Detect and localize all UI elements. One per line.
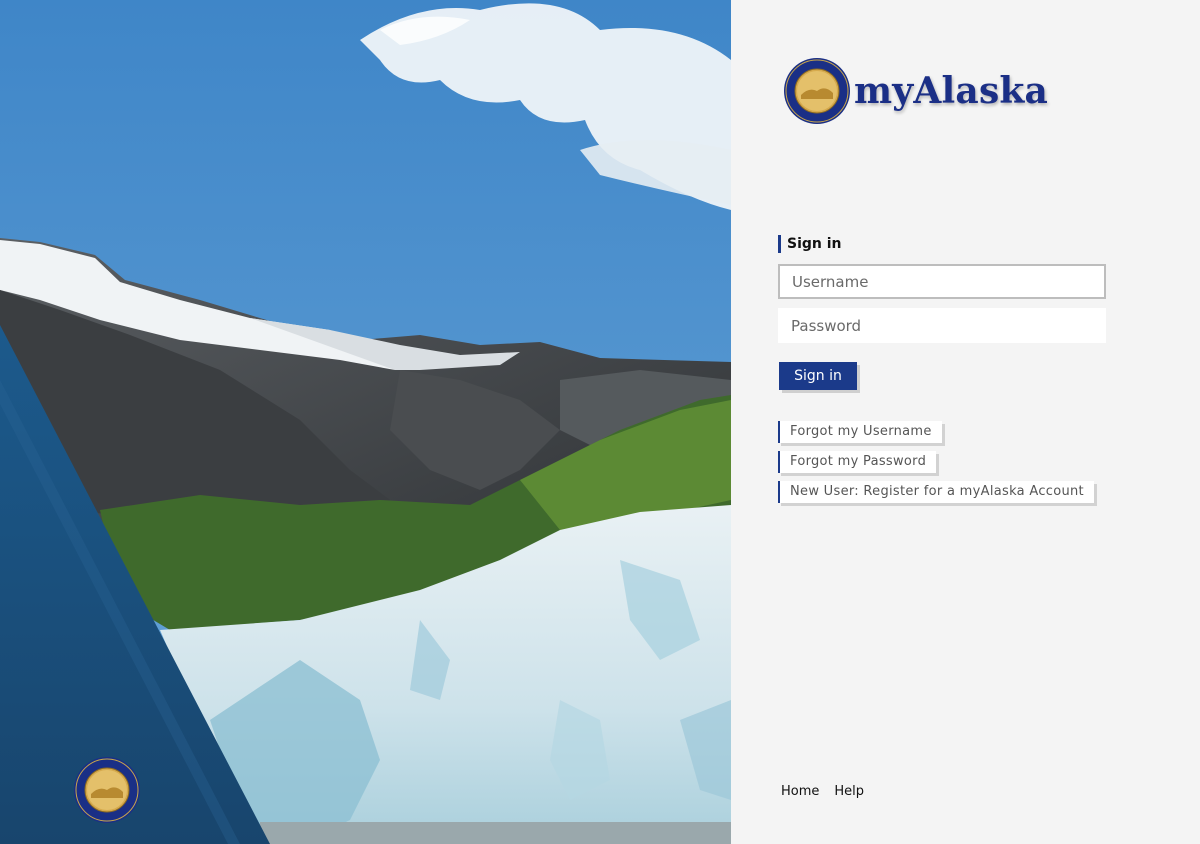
brand-logo[interactable]: myAlaska (783, 56, 1048, 126)
login-panel: myAlaska Sign in Sign in Forgot my Usern… (731, 0, 1200, 844)
glacier-landscape-image (0, 0, 731, 844)
forgot-username-link[interactable]: Forgot my Username (778, 421, 942, 443)
brand-wordmark: myAlaska (854, 70, 1049, 112)
signin-heading: Sign in (778, 235, 842, 253)
footer-home-link[interactable]: Home (781, 784, 819, 799)
signin-button[interactable]: Sign in (779, 362, 857, 390)
alaska-state-seal-icon (784, 58, 850, 124)
username-field[interactable] (778, 264, 1106, 299)
register-account-link[interactable]: New User: Register for a myAlaska Accoun… (778, 481, 1094, 503)
password-field[interactable] (778, 308, 1106, 343)
footer-help-link[interactable]: Help (834, 784, 864, 799)
hero-photo (0, 0, 731, 844)
forgot-password-link[interactable]: Forgot my Password (778, 451, 937, 473)
alaska-state-seal-icon (74, 757, 140, 823)
footer-nav: Home Help (781, 784, 864, 799)
